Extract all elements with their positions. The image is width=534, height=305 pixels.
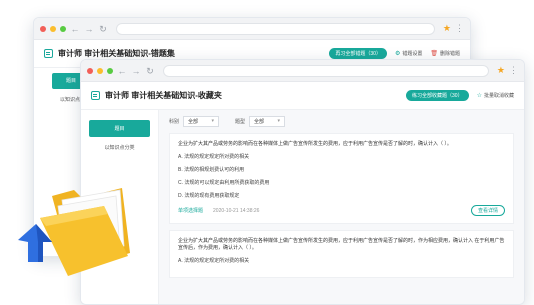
forward-arrow-icon[interactable]: → [84, 24, 94, 34]
question-time: 2020-10-21 14:38:26 [213, 207, 260, 214]
batch-unfavorite-link[interactable]: ☆ 批量取消收藏 [477, 92, 514, 99]
page-title: 审计师 审计相关基础知识-错题集 [58, 49, 175, 58]
question-text: 企业为扩大其产品或劳务的影响而在各种媒体上做广告宣传所发生的费用，应于利用广告宣… [178, 141, 452, 147]
close-dot[interactable] [40, 25, 46, 32]
gear-icon: ⚙ [394, 51, 401, 57]
subject-filter-select[interactable]: 全部 ▾ [183, 116, 220, 127]
option-a: A. 法规的规定规定所对费的相关 [178, 154, 250, 160]
browser-toolbar: ← → ↻ ★ ⋮ [81, 60, 524, 82]
star-outline-icon: ☆ [476, 93, 482, 99]
filter-bar: 科别 全部 ▾ 题型 全部 ▾ [169, 116, 514, 127]
wrong-settings-link[interactable]: ⚙ 错题设置 [395, 50, 422, 57]
reload-icon[interactable]: ↻ [145, 66, 155, 76]
side-tab-knowledge[interactable]: 以知识点 [60, 96, 80, 103]
delete-wrong-link[interactable]: 🗑 删除错题 [430, 50, 460, 57]
minimize-dot[interactable] [97, 67, 103, 74]
type-filter-label: 题型 [235, 119, 246, 125]
folder-upload-illustration [18, 188, 130, 276]
maximize-dot[interactable] [60, 25, 66, 32]
back-arrow-icon[interactable]: ← [70, 24, 80, 34]
question-card: 企业为扩大其产品或劳务的影响而在各种媒体上做广告宣传所发生的费用，应于利用广告宣… [169, 133, 514, 224]
chevron-down-icon: ▾ [211, 118, 215, 124]
maximize-dot[interactable] [107, 67, 113, 74]
practice-favorites-button[interactable]: 练习全部收藏题（30） [406, 90, 469, 101]
subject-filter-label: 科别 [169, 119, 180, 125]
content-area: 题目 以知识点分类 科别 全部 ▾ 题型 全部 ▾ 企业为扩大其产品或劳务的影响而在… [81, 110, 524, 304]
book-icon [44, 49, 53, 58]
address-bar[interactable] [163, 64, 489, 77]
back-arrow-icon[interactable]: ← [117, 66, 127, 76]
option-d: D. 法规的现有费用获取规定 [178, 193, 240, 199]
address-bar[interactable] [116, 22, 435, 35]
more-icon[interactable]: ⋮ [455, 23, 464, 34]
page-title: 审计师 审计相关基础知识-收藏夹 [105, 91, 222, 100]
trash-icon: 🗑 [430, 51, 438, 57]
side-tab-questions[interactable]: 题目 [89, 120, 150, 137]
front-browser-window: ← → ↻ ★ ⋮ 审计师 审计相关基础知识-收藏夹 练习全部收藏题（30） ☆… [80, 59, 525, 305]
page-header: 审计师 审计相关基础知识-收藏夹 练习全部收藏题（30） ☆ 批量取消收藏 [81, 82, 524, 110]
close-dot[interactable] [87, 67, 93, 74]
star-icon[interactable]: ★ [497, 65, 505, 76]
option-c: C. 法规的可以规定由利用所费获取的费用 [178, 180, 270, 186]
practice-all-button[interactable]: 再习全部错题（30） [329, 48, 387, 59]
option-a: A. 法规的规定规定所对费的相关 [178, 258, 250, 264]
question-card: 企业为扩大其产品或劳务的影响而在各种媒体上做广告宣传所发生的费用，应于利用广告宣… [169, 230, 514, 278]
forward-arrow-icon[interactable]: → [131, 66, 141, 76]
minimize-dot[interactable] [50, 25, 56, 32]
side-tab-knowledge[interactable]: 以知识点分类 [89, 141, 150, 154]
star-icon[interactable]: ★ [443, 23, 451, 34]
browser-toolbar: ← → ↻ ★ ⋮ [34, 18, 470, 40]
question-meta: 单项选择题 2020-10-21 14:38:26 查看详情 [178, 205, 505, 216]
question-text: 企业为扩大其产品或劳务的影响而在各种媒体上做广告宣传所发生的费用，应于利用广告宣… [178, 238, 505, 251]
more-icon[interactable]: ⋮ [509, 65, 518, 76]
main-panel: 科别 全部 ▾ 题型 全部 ▾ 企业为扩大其产品或劳务的影响而在各种媒体上做广告宣传… [159, 110, 524, 304]
book-icon [91, 91, 100, 100]
question-type-tag: 单项选择题 [178, 208, 204, 214]
view-detail-button[interactable]: 查看详情 [470, 205, 505, 216]
reload-icon[interactable]: ↻ [98, 24, 108, 34]
chevron-down-icon: ▾ [277, 118, 281, 124]
option-b: B. 法规的相规划费认可的利用 [178, 167, 245, 173]
type-filter-select[interactable]: 全部 ▾ [249, 116, 286, 127]
